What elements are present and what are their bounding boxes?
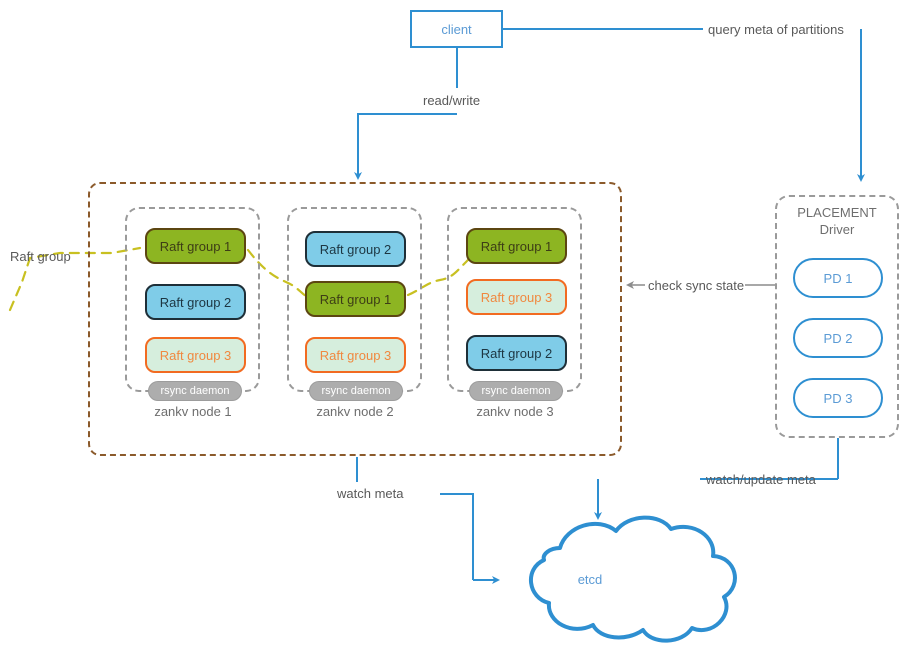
edge-watch-meta (356, 457, 500, 584)
raft-group-label: Raft group 2 (319, 241, 392, 257)
rsync-daemon-pill[interactable]: rsync daemon (148, 381, 242, 401)
raft-group-pill[interactable]: Raft group 2 (466, 335, 567, 371)
pd-node-3[interactable]: PD 3 (793, 378, 883, 418)
etcd-label: etcd (577, 572, 603, 587)
label-watch-update-meta: watch/update meta (706, 472, 816, 487)
label-read-write: read/write (423, 93, 481, 108)
rsync-daemon-pill[interactable]: rsync daemon (469, 381, 563, 401)
placement-driver-title-line2: Driver (819, 222, 855, 237)
raft-group-pill[interactable]: Raft group 3 (305, 337, 406, 373)
raft-group-label: Raft group 3 (319, 347, 392, 363)
raft-group-pill[interactable]: Raft group 3 (145, 337, 246, 373)
raft-group-pill[interactable]: Raft group 1 (466, 228, 567, 264)
raft-group-label: Raft group 3 (159, 347, 232, 363)
zankv-node-2-label: zankv node 2 (316, 404, 394, 419)
edge-read-write (354, 48, 458, 180)
pd-node-1[interactable]: PD 1 (793, 258, 883, 298)
rsync-daemon-pill[interactable]: rsync daemon (309, 381, 403, 401)
raft-group-label: Raft group 1 (480, 238, 553, 254)
edge-query-meta (503, 28, 865, 182)
label-raft-group: Raft group (10, 249, 71, 264)
placement-driver-title-line1: PLACEMENT (797, 205, 877, 220)
label-query-meta: query meta of partitions (708, 22, 844, 37)
raft-group-pill[interactable]: Raft group 1 (145, 228, 246, 264)
raft-group-pill[interactable]: Raft group 1 (305, 281, 406, 317)
client-label: client (441, 21, 472, 37)
pd-node-3-label: PD 3 (823, 390, 853, 406)
raft-group-pill[interactable]: Raft group 2 (305, 231, 406, 267)
raft-group-label: Raft group 2 (159, 294, 232, 310)
pd-node-2[interactable]: PD 2 (793, 318, 883, 358)
raft-group-label: Raft group 3 (480, 289, 553, 305)
placement-driver-title: PLACEMENT Driver (775, 204, 899, 238)
pd-node-2-label: PD 2 (823, 330, 853, 346)
pd-node-1-label: PD 1 (823, 270, 853, 286)
zankv-node-1-label: zankv node 1 (154, 404, 232, 419)
raft-group-pill[interactable]: Raft group 3 (466, 279, 567, 315)
raft-group-pill[interactable]: Raft group 2 (145, 284, 246, 320)
label-check-sync-state: check sync state (648, 278, 745, 293)
rsync-daemon-label: rsync daemon (321, 385, 391, 397)
raft-group-label: Raft group 2 (480, 345, 553, 361)
label-watch-meta: watch meta (337, 486, 404, 501)
raft-group-label: Raft group 1 (159, 238, 232, 254)
client-box[interactable]: client (410, 10, 503, 48)
rsync-daemon-label: rsync daemon (160, 385, 230, 397)
zankv-node-3-label: zankv node 3 (476, 404, 554, 419)
raft-group-label: Raft group 1 (319, 291, 392, 307)
rsync-daemon-label: rsync daemon (481, 385, 551, 397)
diagram-canvas: client query meta of partitions read/wri… (0, 0, 909, 645)
